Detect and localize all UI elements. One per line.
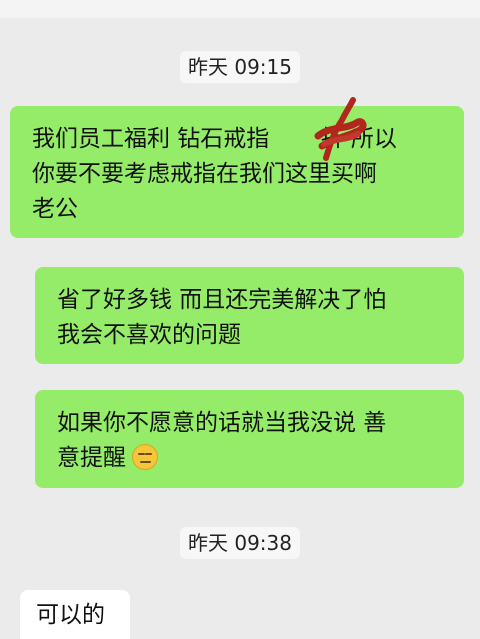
message-text: 我会不喜欢的问题 — [57, 322, 241, 348]
timestamp: 昨天 09:38 — [180, 527, 300, 559]
top-bar — [0, 0, 480, 18]
expressionless-face-icon — [132, 444, 158, 470]
message-text: 意提醒 — [57, 445, 126, 471]
message-bubble-sent[interactable]: 如果你不愿意的话就当我没说 善 意提醒 — [35, 390, 464, 488]
message-text: 如果你不愿意的话就当我没说 善 — [57, 410, 387, 436]
message-text: 折 所以 — [320, 126, 397, 152]
message-text: 我们员工福利 钻石戒指 — [32, 126, 277, 152]
message-bubble-sent[interactable]: 我们员工福利 钻石戒指 折 所以 你要不要考虑戒指在我们这里买啊 老公 — [10, 106, 464, 238]
message-bubble-sent[interactable]: 省了好多钱 而且还完美解决了怕 我会不喜欢的问题 — [35, 267, 464, 364]
timestamp: 昨天 09:15 — [180, 51, 300, 83]
message-text: 老公 — [32, 196, 78, 222]
message-text: 你要不要考虑戒指在我们这里买啊 — [32, 161, 377, 187]
message-bubble-received[interactable]: 可以的 — [20, 590, 130, 639]
message-text: 省了好多钱 而且还完美解决了怕 — [57, 287, 387, 313]
message-text: 可以的 — [36, 602, 105, 628]
